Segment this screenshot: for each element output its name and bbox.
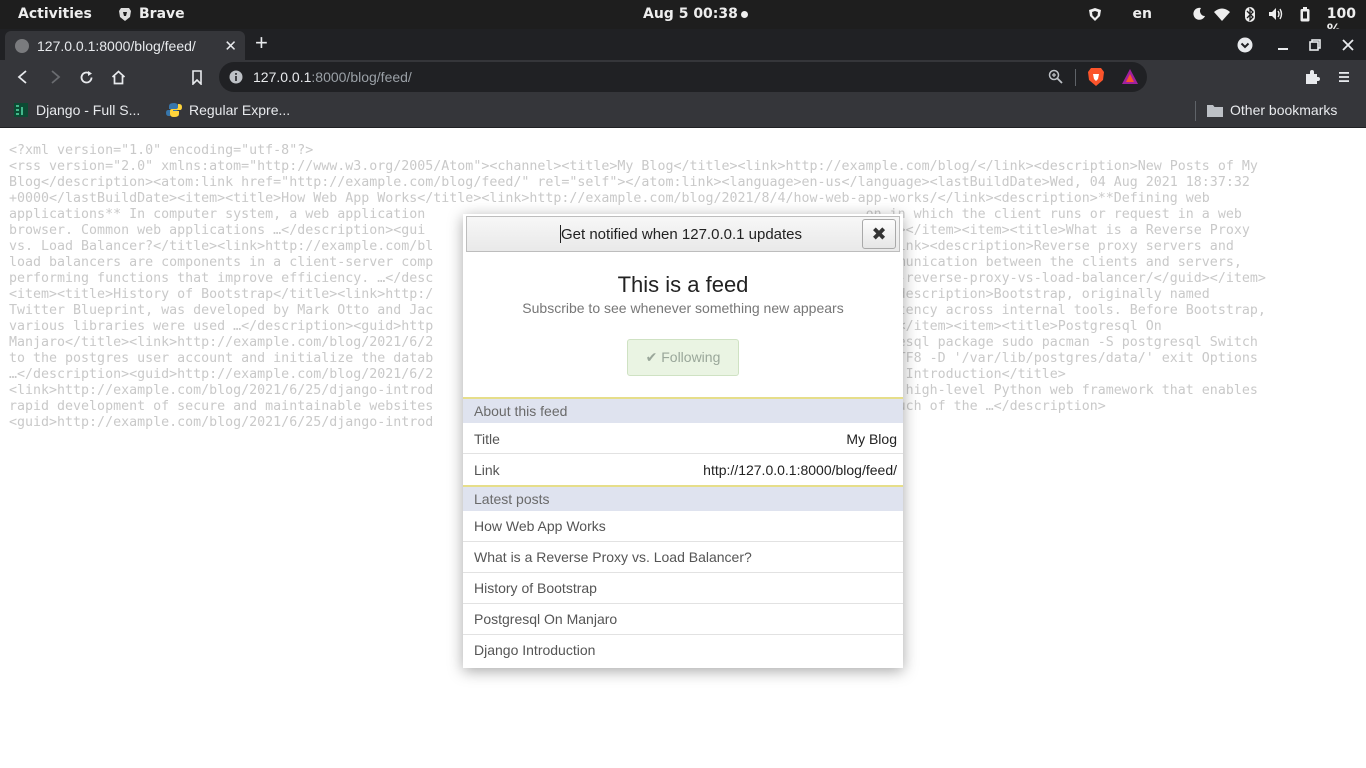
popup-close-button[interactable]: ✖ [862,219,896,249]
bookmark-label: Django - Full S... [36,102,141,118]
brave-shields-icon[interactable] [1087,67,1105,92]
popup-header: Get notified when 127.0.0.1 updates ✖ [466,216,900,252]
brave-rewards-icon[interactable] [1121,68,1139,90]
battery-icon[interactable] [1300,7,1310,22]
about-key: Link [474,462,500,478]
post-item[interactable]: What is a Reverse Proxy vs. Load Balance… [463,542,903,573]
post-item[interactable]: History of Bootstrap [463,573,903,604]
brave-lion-icon [119,7,131,21]
site-info-icon[interactable] [229,70,243,89]
app-name: Brave [139,6,185,22]
bookmark-item-django[interactable]: Django - Full S... [13,102,140,118]
bookmark-label: Regular Expre... [189,102,291,118]
new-tab-button[interactable]: + [255,32,268,54]
bookmarks-divider [1195,101,1196,121]
app-menu[interactable]: Brave [118,6,185,22]
bluetooth-icon[interactable] [1244,7,1256,22]
about-key: Title [474,431,500,447]
popup-header-text: Get notified when 127.0.0.1 updates [561,226,803,243]
tab-title: 127.0.0.1:8000/blog/feed/ [37,37,196,54]
globe-icon [15,38,29,53]
feed-title: This is a feed [617,272,749,297]
bookmark-item-regex[interactable]: Regular Expre... [166,102,290,118]
folder-icon [1207,104,1223,117]
home-icon[interactable] [107,66,129,88]
system-top-bar: Activities Brave Aug 5 00:38 en 100 % [0,0,1366,38]
post-item[interactable]: Django Introduction [463,635,903,666]
feed-subscribe-popup: Get notified when 127.0.0.1 updates ✖ Th… [463,214,903,668]
other-bookmarks-label: Other bookmarks [1230,102,1338,118]
tab-active[interactable]: 127.0.0.1:8000/blog/feed/ ✕ [5,31,245,60]
page-viewport: <?xml version="1.0" encoding="utf-8"?> <r… [0,129,1366,768]
restore-icon[interactable] [1305,29,1325,60]
notification-dot [741,11,748,18]
tab-search-icon[interactable] [1235,29,1255,60]
feed-subtitle: Subscribe to see whenever something new … [522,300,844,316]
bookmarks-bar: Django - Full S... Regular Expre... Othe… [0,94,1366,128]
vpn-shield-icon[interactable] [1088,7,1102,22]
about-heading: About this feed [463,399,903,423]
window-close-icon[interactable] [1338,29,1358,60]
about-value: My Blog [846,431,897,447]
language-indicator[interactable]: en [1133,6,1152,22]
following-button[interactable]: ✔ Following [627,339,739,376]
raw-xml-line: <?xml version="1.0" encoding="utf-8"?> [9,143,314,158]
bookmark-icon[interactable] [186,66,208,88]
raw-xml-line: Blog</description><atom:link href="http:… [9,175,1250,190]
about-row-link: Link http://127.0.0.1:8000/blog/feed/ [463,454,903,485]
activities-button[interactable]: Activities [18,6,92,22]
about-row-title: Title My Blog [463,423,903,454]
url-host: 127.0.0.1 [253,69,312,85]
wifi-icon[interactable] [1214,8,1230,21]
minimize-icon[interactable] [1273,29,1293,60]
extensions-icon[interactable] [1301,66,1323,88]
latest-posts-heading: Latest posts [463,487,903,511]
night-light-icon[interactable] [1192,7,1206,21]
clock[interactable]: Aug 5 00:38 [643,6,738,22]
raw-xml-line: +0000</lastBuildDate><item><title>How We… [9,191,1210,206]
url-path: :8000/blog/feed/ [311,69,412,85]
browser-toolbar: 127.0.0.1:8000/blog/feed/ [0,60,1366,94]
python-icon [166,103,182,117]
address-bar[interactable]: 127.0.0.1:8000/blog/feed/ [219,62,1147,92]
omnibox-divider [1075,69,1076,86]
volume-icon[interactable] [1268,7,1284,21]
about-value[interactable]: http://127.0.0.1:8000/blog/feed/ [703,462,897,478]
other-bookmarks[interactable]: Other bookmarks [1207,102,1337,118]
reload-icon[interactable] [75,66,97,88]
zoom-icon[interactable] [1048,69,1063,89]
post-item[interactable]: How Web App Works [463,511,903,542]
post-item[interactable]: Postgresql On Manjaro [463,604,903,635]
menu-icon[interactable] [1333,66,1355,88]
url-text[interactable]: 127.0.0.1:8000/blog/feed/ [253,69,412,85]
tab-close-icon[interactable]: ✕ [224,37,237,55]
django-icon [14,103,28,117]
back-icon[interactable] [12,66,34,88]
forward-icon[interactable] [44,66,66,88]
raw-xml-line: <rss version="2.0" xmlns:atom="http://ww… [9,159,1258,174]
tab-strip: 127.0.0.1:8000/blog/feed/ ✕ + [0,29,1366,60]
